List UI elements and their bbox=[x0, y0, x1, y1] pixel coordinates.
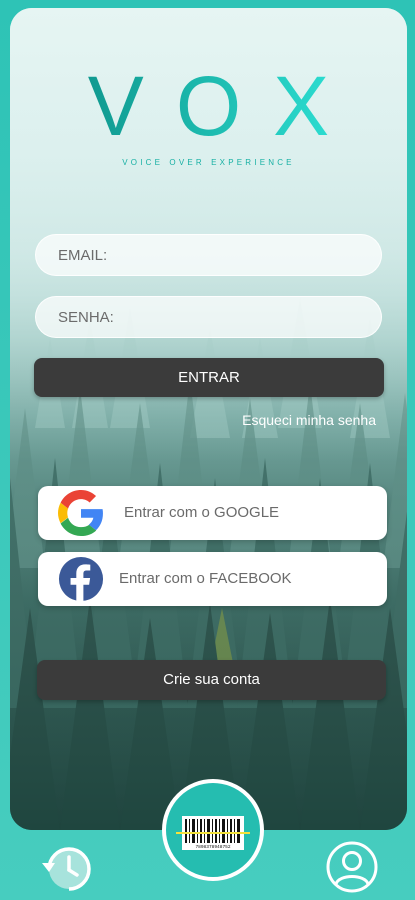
facebook-icon bbox=[58, 556, 104, 602]
facebook-login-button[interactable]: Entrar com o FACEBOOK bbox=[38, 552, 387, 606]
create-account-button[interactable]: Crie sua conta bbox=[37, 660, 386, 700]
google-login-button[interactable]: Entrar com o GOOGLE bbox=[38, 486, 387, 540]
google-icon bbox=[58, 490, 103, 536]
facebook-login-label: Entrar com o FACEBOOK bbox=[119, 570, 292, 587]
app-tagline: VOICE OVER EXPERIENCE bbox=[122, 156, 295, 168]
app-logo: VOX bbox=[10, 58, 407, 155]
email-field[interactable] bbox=[35, 234, 382, 276]
google-login-label: Entrar com o GOOGLE bbox=[124, 504, 280, 521]
forgot-password-link[interactable]: Esqueci minha senha bbox=[242, 412, 376, 428]
password-field[interactable] bbox=[35, 296, 382, 338]
email-input[interactable] bbox=[58, 235, 358, 275]
login-screen: VOX VOICE OVER EXPERIENCE ENTRAR Esqueci… bbox=[10, 8, 407, 830]
user-profile-icon[interactable] bbox=[325, 840, 379, 894]
scan-barcode-button[interactable]: 7898378948752 bbox=[162, 779, 264, 881]
password-input[interactable] bbox=[58, 297, 358, 337]
history-icon[interactable] bbox=[36, 842, 96, 894]
login-button[interactable]: ENTRAR bbox=[34, 358, 384, 397]
barcode-scan-icon: 7898378948752 bbox=[176, 816, 250, 850]
svg-text:7898378948752: 7898378948752 bbox=[195, 844, 230, 850]
